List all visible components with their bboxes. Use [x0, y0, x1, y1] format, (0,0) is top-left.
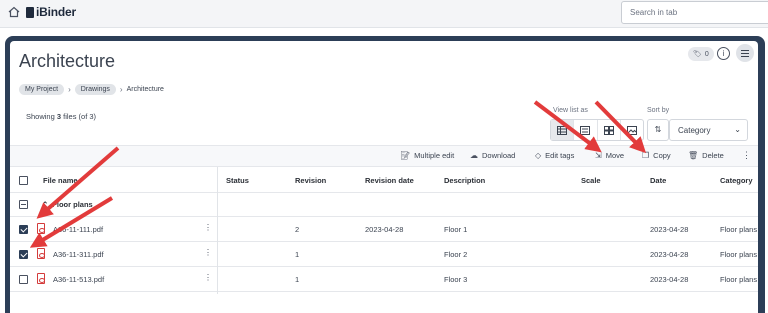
- row-more-icon[interactable]: ⋮: [204, 223, 212, 232]
- file-name-link[interactable]: A36-11-311.pdf: [53, 250, 104, 259]
- column-file-name[interactable]: File name: [43, 176, 78, 185]
- row-checkbox[interactable]: [19, 275, 28, 284]
- breadcrumb-current: Architecture: [126, 86, 164, 93]
- trash-icon: 🗑︎: [688, 151, 699, 160]
- column-revision-date[interactable]: Revision date: [365, 176, 414, 185]
- file-count-summary: Showing 3 files (of 3): [26, 112, 97, 121]
- pdf-file-icon: [37, 248, 45, 259]
- table-row[interactable]: A36-11-513.pdf ⋮ 1 Floor 3 2023-04-28 Fl…: [10, 267, 758, 292]
- tag-icon: ◇: [535, 151, 542, 160]
- cell-category: Floor plans: [720, 250, 758, 259]
- action-toolbar: 📝︎ Multiple edit ☁ Download ◇ Edit tags …: [10, 145, 758, 167]
- image-view-icon[interactable]: [621, 120, 643, 140]
- chevron-down-icon: ⌄: [734, 125, 741, 134]
- column-category[interactable]: Category: [720, 176, 753, 185]
- column-date[interactable]: Date: [650, 176, 666, 185]
- cell-description: Floor 2: [444, 250, 468, 259]
- column-divider: [217, 167, 218, 294]
- table-row[interactable]: A36-11-311.pdf ⋮ 1 Floor 2 2023-04-28 Fl…: [10, 242, 758, 267]
- cloud-download-icon: ☁: [470, 151, 478, 160]
- copy-button[interactable]: ❐ Copy: [642, 151, 671, 160]
- cell-revision: 2: [295, 225, 300, 234]
- app-logo[interactable]: iBinder: [26, 5, 76, 19]
- tags-button[interactable]: 🏷︎ 0: [688, 47, 714, 61]
- group-toggle[interactable]: ⌃ Floor plans: [42, 200, 93, 209]
- cell-revision: 1: [295, 275, 300, 284]
- view-list-label: View list as: [553, 107, 588, 114]
- sort-by-label: Sort by: [647, 107, 670, 114]
- cell-date: 2023-04-28: [650, 275, 689, 284]
- chevron-right-icon: ›: [68, 85, 71, 94]
- search-input[interactable]: Search in tab: [621, 1, 768, 24]
- logo-mark-icon: [26, 6, 34, 18]
- grid-view-icon[interactable]: [598, 120, 621, 140]
- column-status[interactable]: Status: [226, 176, 249, 185]
- cell-description: Floor 3: [444, 275, 468, 284]
- hamburger-menu-button[interactable]: [736, 44, 754, 62]
- info-icon[interactable]: i: [717, 47, 730, 60]
- column-scale[interactable]: Scale: [581, 176, 601, 185]
- page-title: Architecture: [19, 51, 116, 71]
- group-row: ⌃ Floor plans: [10, 193, 758, 217]
- sort-direction-icon[interactable]: ⇅: [647, 119, 669, 141]
- move-button[interactable]: ⇲ Move: [595, 151, 624, 160]
- tag-count: 0: [704, 50, 709, 58]
- sort-select[interactable]: Category ⌄: [669, 119, 748, 141]
- cell-description: Floor 1: [444, 225, 468, 234]
- table-header: File name Status Revision Revision date …: [10, 167, 758, 193]
- cell-date: 2023-04-28: [650, 225, 689, 234]
- table-row[interactable]: A36-11-111.pdf ⋮ 2 2023-04-28 Floor 1 20…: [10, 217, 758, 242]
- row-more-icon[interactable]: ⋮: [204, 248, 212, 257]
- row-more-icon[interactable]: ⋮: [204, 273, 212, 282]
- cell-revision-date: 2023-04-28: [365, 225, 404, 234]
- list-view-icon[interactable]: [574, 120, 598, 140]
- top-bar: iBinder Search in tab: [0, 0, 768, 28]
- row-checkbox[interactable]: [19, 225, 28, 234]
- breadcrumb: My Project › Drawings › Architecture: [19, 84, 164, 95]
- download-button[interactable]: ☁ Download: [470, 151, 515, 160]
- app-name: iBinder: [36, 5, 76, 19]
- table-view-icon[interactable]: [551, 120, 575, 140]
- select-all-checkbox[interactable]: [19, 176, 28, 185]
- edit-document-icon: 📝︎: [400, 151, 411, 160]
- file-name-link[interactable]: A36-11-111.pdf: [53, 225, 103, 234]
- pdf-file-icon: [37, 223, 45, 234]
- copy-icon: ❐: [642, 151, 650, 160]
- tag-icon: 🏷︎: [693, 51, 702, 58]
- move-icon: ⇲: [595, 151, 602, 160]
- home-icon[interactable]: [8, 6, 20, 18]
- column-revision[interactable]: Revision: [295, 176, 326, 185]
- view-mode-group: [550, 119, 644, 141]
- file-name-link[interactable]: A36-11-513.pdf: [53, 275, 104, 284]
- chevron-right-icon: ›: [119, 85, 123, 94]
- more-actions-icon[interactable]: ⋮: [742, 150, 751, 161]
- cell-category: Floor plans: [720, 225, 758, 234]
- row-checkbox[interactable]: [19, 250, 28, 259]
- cell-revision: 1: [295, 250, 300, 259]
- column-description[interactable]: Description: [444, 176, 485, 185]
- delete-button[interactable]: 🗑︎ Delete: [688, 151, 724, 160]
- main-panel: Architecture 🏷︎ 0 i My Project › Drawing…: [10, 41, 758, 313]
- breadcrumb-drawings[interactable]: Drawings: [74, 84, 116, 95]
- breadcrumb-my-project[interactable]: My Project: [19, 84, 65, 95]
- edit-tags-button[interactable]: ◇ Edit tags: [535, 151, 574, 160]
- pdf-file-icon: [37, 273, 45, 284]
- cell-category: Floor plans: [720, 275, 758, 284]
- multiple-edit-button[interactable]: 📝︎ Multiple edit: [400, 151, 454, 160]
- group-checkbox[interactable]: [19, 200, 28, 209]
- sort-select-value: Category: [678, 126, 711, 135]
- cell-date: 2023-04-28: [650, 250, 689, 259]
- group-label: Floor plans: [52, 200, 93, 209]
- chevron-up-icon: ⌃: [42, 200, 49, 209]
